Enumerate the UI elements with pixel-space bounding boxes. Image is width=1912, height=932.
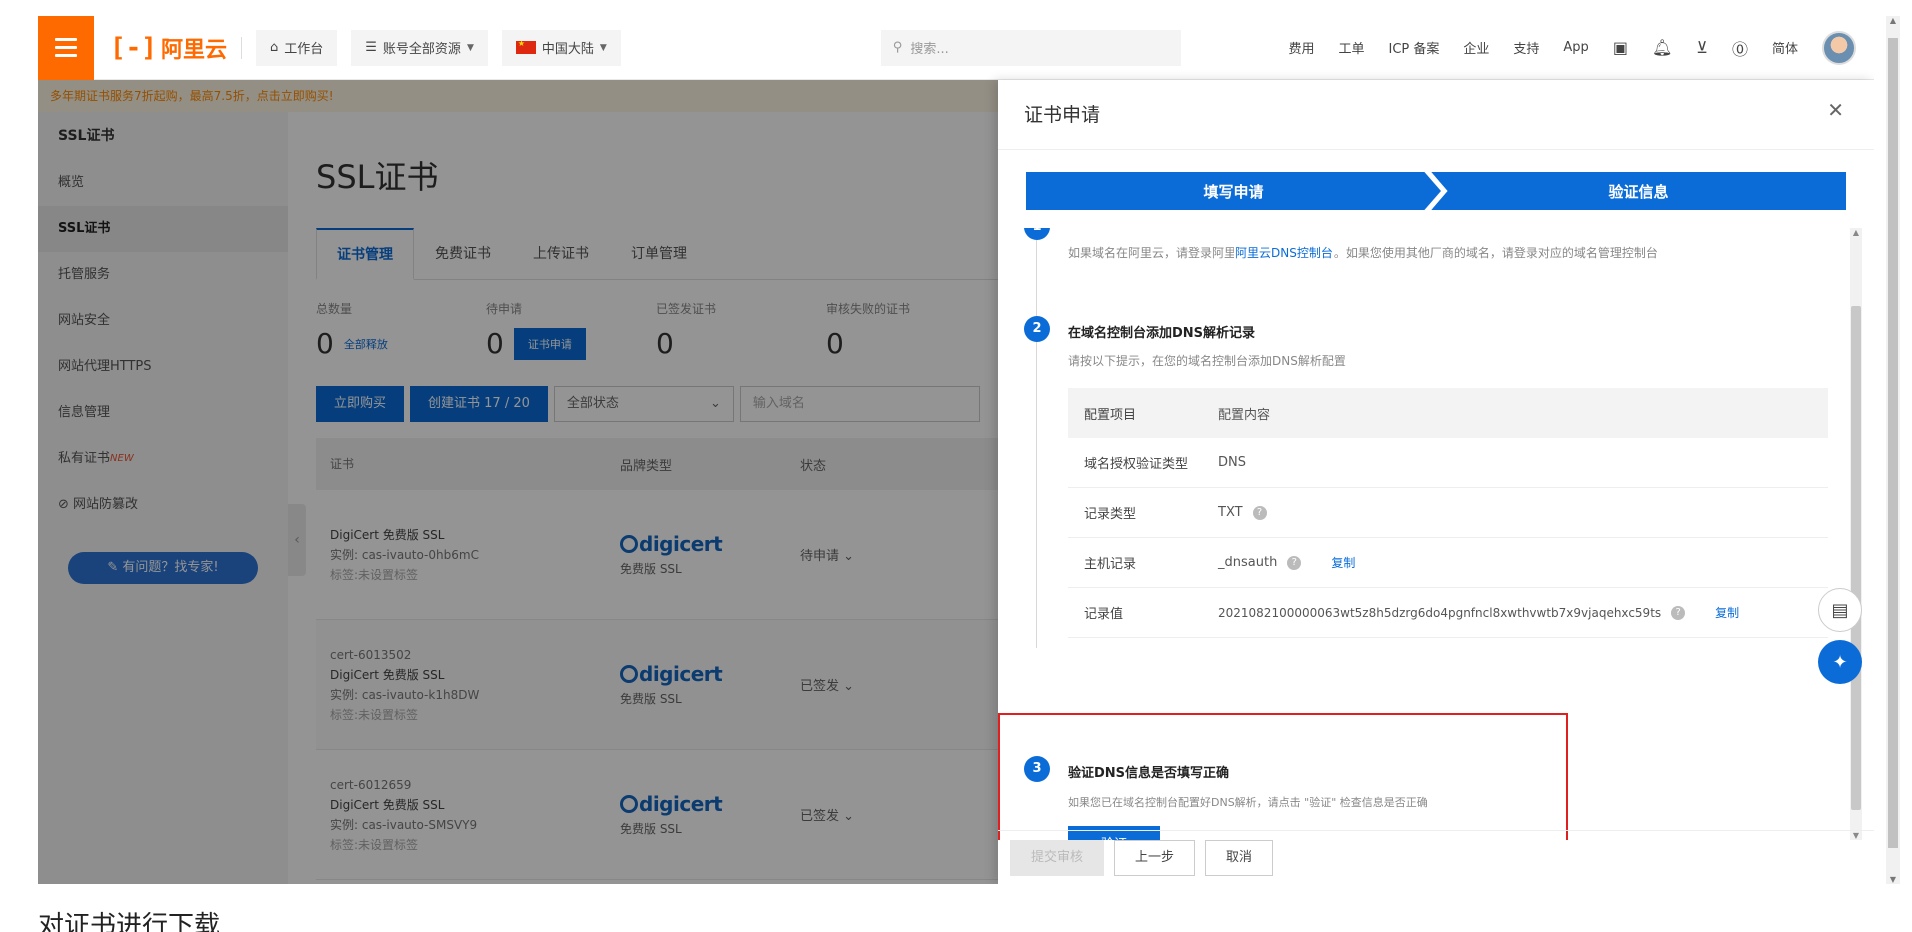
col-item: 配置项目 (1084, 407, 1137, 423)
workbench-button[interactable]: ⌂ 工作台 (255, 29, 338, 66)
scroll-thumb[interactable] (1888, 38, 1898, 848)
top-links: 费用 工单 ICP 备案 企业 支持 App ▣ 🔔︎ ⊻ ⓪ 简体 (1288, 30, 1856, 65)
cert-apply-drawer: 证书申请 ✕ 填写申请 验证信息 1 如果域名在阿里云，请登录阿里云DNS控制台… (998, 80, 1874, 884)
chevron-down-icon: ▼ (599, 42, 607, 53)
link-app[interactable]: App (1563, 40, 1588, 55)
table-row: 域名授权验证类型 DNS (1068, 438, 1828, 488)
bell-icon[interactable]: 🔔︎ (1652, 38, 1672, 57)
step-arrow-icon (1429, 172, 1448, 210)
step-fill-application: 填写申请 (1026, 172, 1441, 210)
cart-icon[interactable]: ⊻ (1696, 38, 1708, 57)
step-number-3: 3 (1024, 756, 1050, 782)
copy-record-button[interactable]: 复制 (1715, 604, 1739, 621)
table-row: 记录值 2021082100000063wt5z8h5dzrg6do4pgnfn… (1068, 588, 1828, 638)
scroll-up-icon[interactable]: ▲ (1886, 16, 1900, 25)
question-icon[interactable]: ? (1287, 555, 1302, 570)
question-icon[interactable]: ? (1671, 605, 1686, 620)
dns-value-text: _dnsauth (1218, 555, 1278, 570)
divider (240, 36, 242, 59)
scroll-down-icon[interactable]: ▼ (1886, 875, 1900, 884)
step-verify-info: 验证信息 (1431, 172, 1846, 210)
search-placeholder: 搜索... (910, 42, 949, 57)
chat-icon[interactable]: ▤ (1818, 588, 1862, 632)
account-resources-label: 账号全部资源 (382, 42, 461, 57)
top-bar: [-] 阿里云 ⌂ 工作台 ☰ 账号全部资源 ▼ 中国大陆 ▼ ⚲ 搜索... … (38, 16, 1874, 80)
avatar[interactable] (1822, 30, 1856, 65)
dns-value-text: TXT (1218, 505, 1243, 520)
dns-key: 主机记录 (1084, 557, 1137, 572)
question-icon[interactable]: ? (1252, 505, 1267, 520)
table-header: 配置项目 配置内容 (1068, 388, 1828, 438)
link-tickets[interactable]: 工单 (1338, 38, 1364, 57)
app-window: [-] 阿里云 ⌂ 工作台 ☰ 账号全部资源 ▼ 中国大陆 ▼ ⚲ 搜索... … (38, 16, 1874, 884)
home-icon: ⌂ (269, 40, 279, 55)
workbench-label: 工作台 (284, 42, 324, 57)
caption-text: 对证书进行下载 (38, 911, 221, 932)
dns-key: 域名授权验证类型 (1084, 457, 1189, 472)
step-number-2: 2 (1024, 316, 1050, 342)
search-icon: ⚲ (892, 40, 903, 55)
language-switch[interactable]: 简体 (1772, 38, 1798, 57)
dns-value: DNS (1218, 455, 1828, 470)
menu-icon[interactable] (38, 16, 94, 80)
col-content: 配置内容 (1218, 407, 1271, 423)
step3-description: 如果您已在域名控制台配置好DNS解析，请点击 "验证" 检查信息是否正确 (1068, 796, 1428, 809)
drawer-body: 1 如果域名在阿里云，请登录阿里云DNS控制台操作。如果您使用其他厂商的域名，请… (998, 228, 1848, 840)
dns-config-table: 配置项目 配置内容 域名授权验证类型 DNS 记录类型 TXT? 主机记录 _d… (1068, 388, 1828, 638)
step2-description: 请按以下提示，在您的域名控制台添加DNS解析配置 (1068, 354, 1346, 368)
chevron-down-icon: ▼ (466, 42, 474, 53)
scroll-up-icon[interactable]: ▲ (1850, 228, 1862, 237)
dns-value: TXT? (1218, 505, 1828, 520)
dns-value-text: DNS (1218, 455, 1246, 470)
account-resources-dropdown[interactable]: ☰ 账号全部资源 ▼ (351, 29, 488, 66)
link-fees[interactable]: 费用 (1288, 38, 1314, 57)
link-enterprise[interactable]: 企业 (1463, 38, 1489, 57)
drawer-footer: 提交审核 上一步 取消 (998, 830, 1874, 884)
cancel-button[interactable]: 取消 (1205, 839, 1274, 876)
region-dropdown[interactable]: 中国大陆 ▼ (501, 29, 621, 66)
link-icp[interactable]: ICP 备案 (1388, 38, 1439, 57)
step-indicator: 填写申请 验证信息 (1026, 172, 1846, 210)
logo-bracket-icon: [-] (110, 32, 157, 63)
dns-key: 记录类型 (1084, 507, 1137, 522)
drawer-scrollbar[interactable]: ▲ ▼ (1850, 228, 1862, 840)
step-number-1: 1 (1024, 228, 1050, 240)
dns-value: _dnsauth? 复制 (1218, 554, 1828, 571)
dns-value: 2021082100000063wt5z8h5dzrg6do4pgnfncl8x… (1218, 604, 1828, 621)
modal-backdrop[interactable] (38, 80, 998, 884)
page-scrollbar[interactable]: ▲ ▼ (1886, 16, 1900, 884)
table-row: 记录类型 TXT? (1068, 488, 1828, 538)
aliyun-logo[interactable]: [-] 阿里云 (110, 32, 227, 64)
step3-title: 验证DNS信息是否填写正确 (1068, 766, 1230, 781)
prev-step-button[interactable]: 上一步 (1114, 839, 1196, 876)
step1-description: 如果域名在阿里云，请登录阿里云DNS控制台操作。如果您使用其他厂商的域名，请登录… (1068, 244, 1658, 261)
dns-console-link[interactable]: 阿里云DNS控制台 (1234, 244, 1334, 261)
search-input[interactable]: ⚲ 搜索... (880, 29, 1181, 66)
drawer-title: 证书申请 (998, 80, 1874, 150)
step1-text: 如果域名在阿里云，请登录阿里云DNS控制台操作。如果您使用其他厂商的域名，请登录… (1068, 246, 1658, 260)
region-label: 中国大陆 (541, 42, 594, 57)
scroll-thumb[interactable] (1851, 306, 1861, 810)
dns-key: 记录值 (1084, 607, 1124, 622)
console-icon[interactable]: ▣ (1613, 38, 1628, 57)
timeline-line (1036, 228, 1037, 648)
dns-value-text: 2021082100000063wt5z8h5dzrg6do4pgnfncl8x… (1218, 605, 1662, 620)
help-icon[interactable]: ⓪ (1732, 36, 1748, 60)
step2-title: 在域名控制台添加DNS解析记录 (1068, 326, 1256, 341)
logo-text: 阿里云 (160, 37, 227, 63)
list-icon: ☰ (365, 40, 377, 55)
copy-host-button[interactable]: 复制 (1331, 554, 1355, 571)
link-support[interactable]: 支持 (1513, 38, 1539, 57)
assistant-icon[interactable]: ✦ (1818, 640, 1862, 684)
close-icon[interactable]: ✕ (1827, 98, 1844, 122)
submit-review-button[interactable]: 提交审核 (1010, 839, 1105, 876)
china-flag-icon (515, 39, 536, 54)
table-row: 主机记录 _dnsauth? 复制 (1068, 538, 1828, 588)
